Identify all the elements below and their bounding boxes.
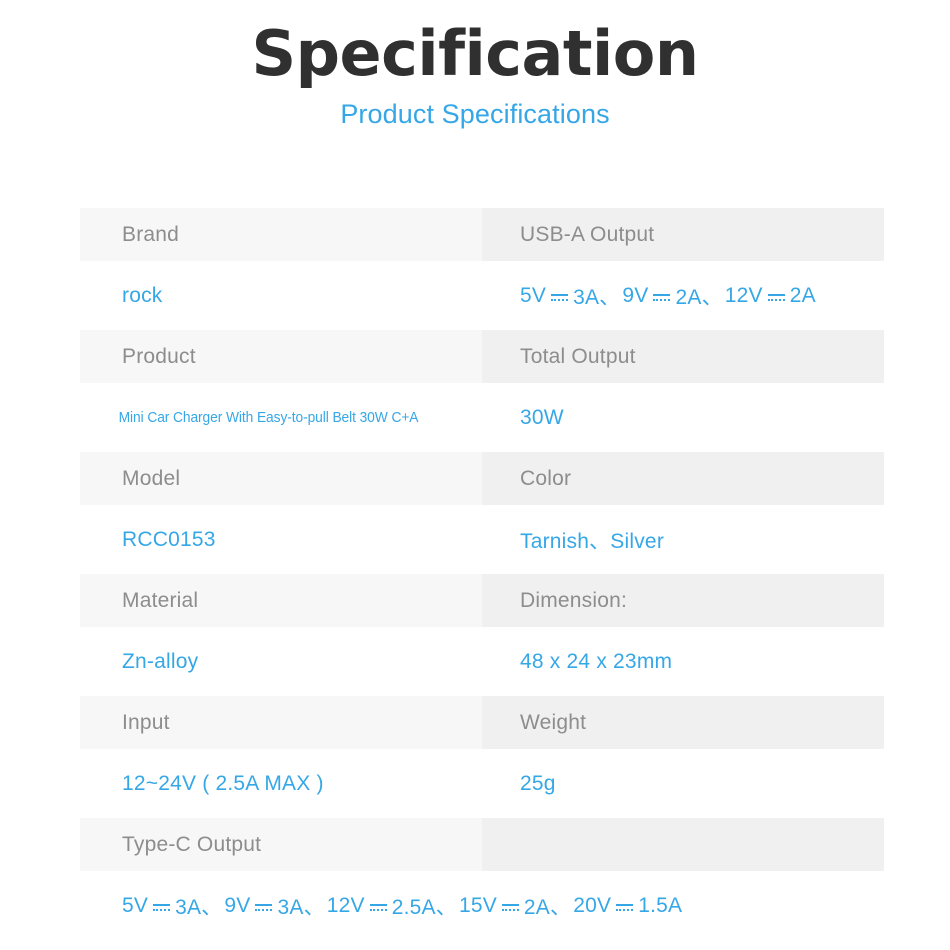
usb-a-v2: 9V — [622, 283, 649, 307]
spec-label-brand: Brand — [80, 208, 482, 261]
type-c-v5: 20V — [573, 893, 612, 917]
usb-a-v3: 12V — [724, 283, 763, 307]
spec-label-usb-a-output: USB-A Output — [482, 208, 884, 261]
spec-label-total-output: Total Output — [482, 330, 884, 383]
spec-label-input: Input — [80, 696, 482, 749]
dc-current-icon — [153, 895, 171, 916]
usb-a-a3: 2A — [789, 283, 816, 307]
spec-block-material: Material Dimension: Zn-alloy 48 x 24 x 2… — [80, 574, 884, 696]
type-c-a2: 3A、 — [277, 895, 325, 919]
spec-value-input: 12~24V ( 2.5A MAX ) — [80, 749, 482, 818]
table-row-values: Mini Car Charger With Easy-to-pull Belt … — [80, 383, 884, 452]
spec-label-model: Model — [80, 452, 482, 505]
spec-block-model: Model Color RCC0153 Tarnish、Silver — [80, 452, 884, 574]
spec-block-type-c: Type-C Output 5V 3A、 9V 3A、 12V 2.5A、 15V 2A… — [80, 818, 884, 940]
page-subtitle: Product Specifications — [340, 99, 610, 130]
spec-value-weight: 25g — [482, 749, 884, 818]
usb-a-a2: 2A、 — [675, 285, 723, 309]
dc-current-icon — [653, 285, 671, 306]
type-c-v1: 5V — [122, 893, 149, 917]
type-c-v3: 12V — [326, 893, 365, 917]
spec-value-product: Mini Car Charger With Easy-to-pull Belt … — [80, 383, 450, 452]
type-c-a1: 3A、 — [175, 895, 223, 919]
type-c-a5: 1.5A — [638, 893, 683, 917]
spec-value-usb-a-output: 5V 3A、 9V 2A、 12V 2A — [482, 261, 884, 330]
table-row-labels: Product Total Output — [80, 330, 884, 383]
table-row-labels: Model Color — [80, 452, 884, 505]
type-c-a3: 2.5A、 — [391, 895, 457, 919]
spec-label-type-c-output: Type-C Output — [80, 818, 482, 871]
spec-label-weight: Weight — [482, 696, 884, 749]
spec-value-dimension: 48 x 24 x 23mm — [482, 627, 884, 696]
spec-value-brand: rock — [80, 261, 482, 330]
dc-current-icon — [369, 895, 387, 916]
spec-value-type-c-output: 5V 3A、 9V 3A、 12V 2.5A、 15V 2A、 20V 1.5A — [80, 871, 884, 940]
spec-label-color: Color — [482, 452, 884, 505]
specification-page: Specification Product Specifications Bra… — [0, 0, 950, 950]
spec-value-material: Zn-alloy — [80, 627, 482, 696]
dc-current-icon — [551, 285, 569, 306]
type-c-v2: 9V — [224, 893, 251, 917]
page-header: Specification Product Specifications — [0, 0, 950, 130]
spec-value-color: Tarnish、Silver — [482, 505, 884, 574]
table-row-labels: Input Weight — [80, 696, 884, 749]
specification-table: Brand USB-A Output rock 5V 3A、 9V 2A、 12V 2… — [80, 208, 884, 940]
dc-current-icon — [616, 895, 634, 916]
table-row-values: Zn-alloy 48 x 24 x 23mm — [80, 627, 884, 696]
table-row-values: RCC0153 Tarnish、Silver — [80, 505, 884, 574]
spec-label-product: Product — [80, 330, 482, 383]
type-c-a4: 2A、 — [523, 895, 572, 919]
type-c-v4: 15V — [458, 893, 497, 917]
usb-a-a1: 3A、 — [573, 285, 621, 309]
spec-label-empty — [482, 818, 884, 871]
page-title: Specification — [251, 17, 699, 90]
spec-value-total-output: 30W — [482, 383, 884, 452]
dc-current-icon — [767, 285, 785, 306]
dc-current-icon — [501, 895, 519, 916]
spec-value-model: RCC0153 — [80, 505, 482, 574]
spec-label-dimension: Dimension: — [482, 574, 884, 627]
table-row-labels: Material Dimension: — [80, 574, 884, 627]
table-row-labels: Brand USB-A Output — [80, 208, 884, 261]
usb-a-v1: 5V — [520, 283, 547, 307]
spec-label-material: Material — [80, 574, 482, 627]
table-row-values: rock 5V 3A、 9V 2A、 12V 2A — [80, 261, 884, 330]
spec-block-product: Product Total Output Mini Car Charger Wi… — [80, 330, 884, 452]
spec-block-brand: Brand USB-A Output rock 5V 3A、 9V 2A、 12V 2… — [80, 208, 884, 330]
table-row-values: 5V 3A、 9V 3A、 12V 2.5A、 15V 2A、 20V 1.5A — [80, 871, 884, 940]
table-row-values: 12~24V ( 2.5A MAX ) 25g — [80, 749, 884, 818]
table-row-labels: Type-C Output — [80, 818, 884, 871]
spec-block-input: Input Weight 12~24V ( 2.5A MAX ) 25g — [80, 696, 884, 818]
dc-current-icon — [255, 895, 273, 916]
